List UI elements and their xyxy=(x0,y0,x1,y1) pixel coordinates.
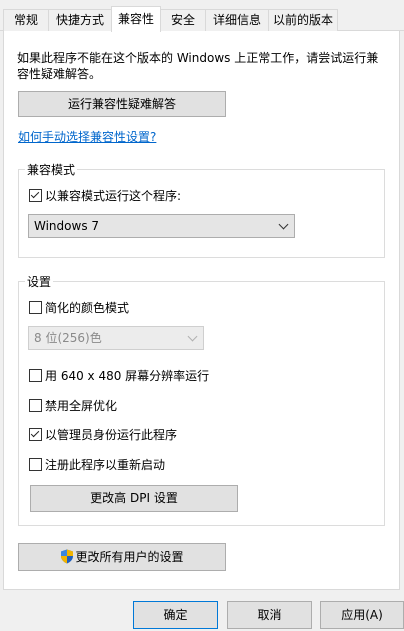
color-depth-value: 8 位(256)色 xyxy=(34,331,102,345)
check-icon xyxy=(30,428,40,437)
fullscreen-opt-label: 禁用全屏优化 xyxy=(45,398,118,413)
res640-checkbox[interactable]: 用 640 x 480 屏幕分辨率运行 xyxy=(29,367,209,383)
reduced-color-checkbox[interactable]: 简化的颜色模式 xyxy=(29,299,129,315)
ok-button[interactable]: 确定 xyxy=(133,601,218,629)
register-restart-checkbox[interactable]: 注册此程序以重新启动 xyxy=(29,456,165,472)
color-depth-select: 8 位(256)色 xyxy=(28,326,204,350)
apply-button[interactable]: 应用(A) xyxy=(320,601,404,629)
os-version-value: Windows 7 xyxy=(34,219,100,233)
compat-mode-checkbox[interactable]: 以兼容模式运行这个程序: xyxy=(29,187,181,203)
all-users-settings-button[interactable]: 更改所有用户的设置 xyxy=(18,543,226,571)
settings-title: 设置 xyxy=(25,275,54,289)
checkbox-box[interactable] xyxy=(29,398,42,412)
intro-text: 如果此程序不能在这个版本的 Windows 上正常工作，请尝试运行兼容性疑难解答… xyxy=(17,51,379,81)
all-users-label: 更改所有用户的设置 xyxy=(75,550,184,564)
checkbox-box[interactable] xyxy=(29,457,42,471)
checkbox-box[interactable] xyxy=(29,427,42,441)
tab-compatibility[interactable]: 兼容性 xyxy=(111,6,161,32)
checkbox-box[interactable] xyxy=(29,368,42,382)
run-as-admin-checkbox[interactable]: 以管理员身份运行此程序 xyxy=(29,426,177,442)
change-dpi-button[interactable]: 更改高 DPI 设置 xyxy=(30,485,238,512)
reduced-color-label: 简化的颜色模式 xyxy=(45,300,130,315)
fullscreen-opt-checkbox[interactable]: 禁用全屏优化 xyxy=(29,397,117,413)
checkbox-box[interactable] xyxy=(29,188,42,202)
os-version-select[interactable]: Windows 7 xyxy=(28,214,295,238)
tab-shortcut[interactable]: 快捷方式 xyxy=(48,9,112,31)
tab-security[interactable]: 安全 xyxy=(160,9,206,31)
register-restart-label: 注册此程序以重新启动 xyxy=(45,457,166,472)
tab-bar: 常规 快捷方式 兼容性 安全 详细信息 以前的版本 xyxy=(0,0,404,32)
troubleshoot-button[interactable]: 运行兼容性疑难解答 xyxy=(18,91,226,117)
tab-previous-versions[interactable]: 以前的版本 xyxy=(268,9,338,31)
cancel-button[interactable]: 取消 xyxy=(227,601,312,629)
manual-settings-link[interactable]: 如何手动选择兼容性设置? xyxy=(18,130,156,144)
chevron-down-icon xyxy=(278,219,289,230)
tab-general[interactable]: 常规 xyxy=(3,9,49,31)
check-icon xyxy=(30,189,40,198)
compat-mode-title: 兼容模式 xyxy=(25,163,78,177)
checkbox-box[interactable] xyxy=(29,300,42,314)
compat-mode-label: 以兼容模式运行这个程序: xyxy=(45,188,182,203)
chevron-down-icon xyxy=(187,331,198,342)
res640-label: 用 640 x 480 屏幕分辨率运行 xyxy=(45,368,210,383)
tab-details[interactable]: 详细信息 xyxy=(205,9,269,31)
run-as-admin-label: 以管理员身份运行此程序 xyxy=(45,427,178,442)
uac-shield-icon xyxy=(61,549,74,564)
